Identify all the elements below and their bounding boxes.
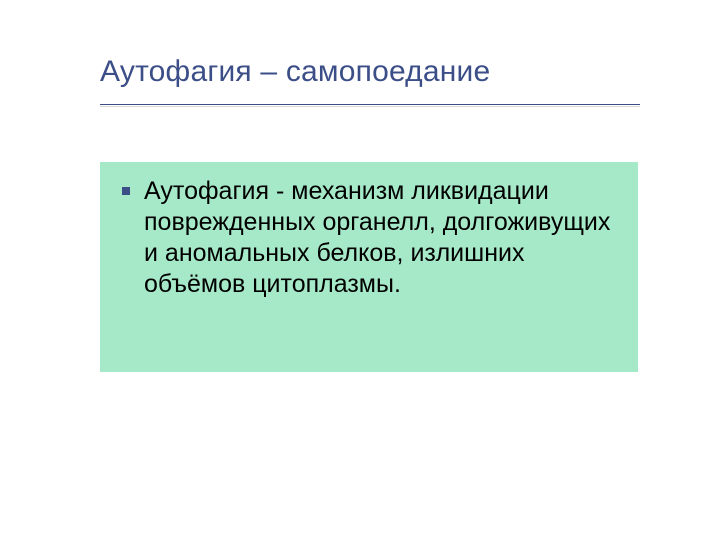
content-highlight-box: Аутофагия - механизм ликвидации поврежде…	[100, 162, 638, 372]
title-underline	[100, 104, 640, 105]
body-text: Аутофагия - механизм ликвидации поврежде…	[144, 176, 620, 300]
slide: Аутофагия – самопоедание Аутофагия - мех…	[0, 0, 720, 540]
slide-title: Аутофагия – самопоедание	[100, 55, 490, 89]
bullet-square-icon	[122, 187, 130, 195]
